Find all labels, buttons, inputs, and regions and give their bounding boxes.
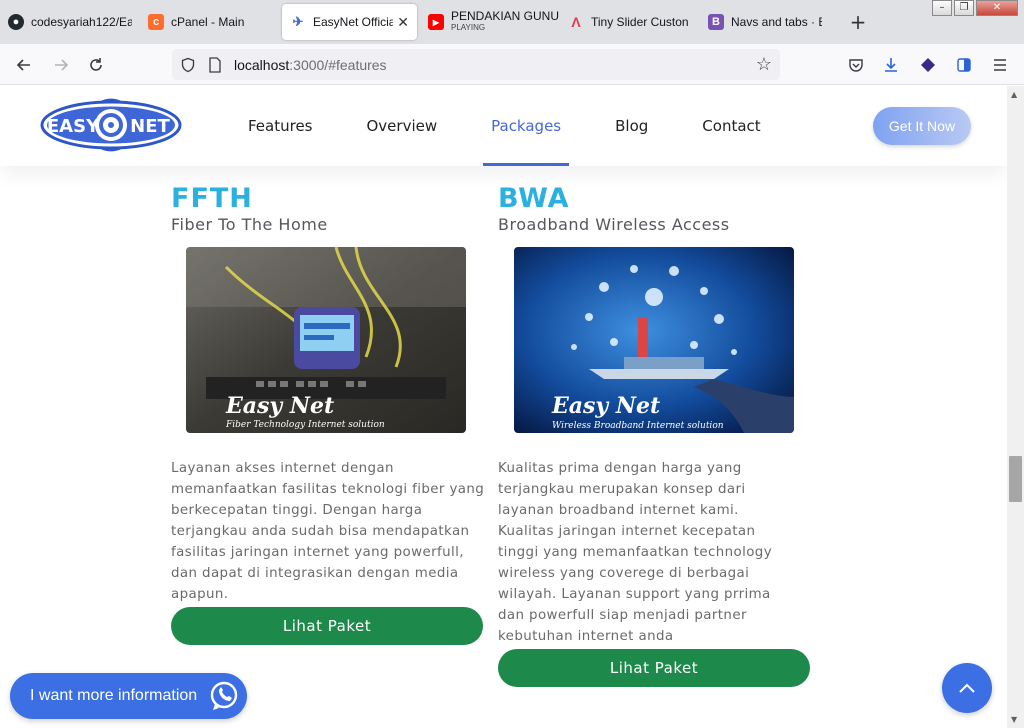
site-header: EASY NET Features Overview Packages Blog… (0, 86, 1007, 166)
nav-blog[interactable]: Blog (615, 86, 648, 166)
whatsapp-label: I want more information (30, 687, 198, 704)
whatsapp-chat-button[interactable]: I want more information (10, 673, 247, 719)
tab-title: PENDAKIAN GUNU (451, 10, 560, 22)
url-path: :3000/#features (289, 56, 387, 73)
package-card-bwa: BWA Broadband Wireless Access Easy Net W… (498, 183, 812, 687)
page-scrollbar[interactable]: ▲ ▼ (1007, 86, 1024, 728)
image-tagline-text: Wireless Broadband Internet solution (552, 421, 724, 431)
nav-features[interactable]: Features (248, 86, 313, 166)
menu-icon[interactable] (989, 54, 1011, 76)
nav-packages[interactable]: Packages (483, 86, 570, 166)
bookmark-star-icon[interactable]: ☆ (756, 55, 772, 73)
minimize-button[interactable]: – (932, 0, 952, 16)
tab-title: Navs and tabs · Bo (731, 15, 822, 29)
image-tagline-text: Fiber Technology Internet solution (225, 420, 385, 430)
get-it-now-button[interactable]: Get It Now (873, 107, 971, 145)
package-description: Kualitas prima dengan harga yang terjang… (498, 461, 773, 644)
shield-icon[interactable] (180, 57, 196, 73)
tab-bootstrap[interactable]: B Navs and tabs · Bo (700, 4, 830, 40)
logo-text-net: NET (130, 116, 170, 137)
logo-text-easy: EASY (47, 116, 100, 137)
back-to-top-button[interactable] (942, 663, 992, 713)
address-bar[interactable]: localhost:3000/#features ☆ (172, 49, 780, 80)
chevron-up-icon (958, 679, 976, 698)
tiny-slider-icon: Λ (571, 14, 581, 30)
package-title: BWA (498, 183, 570, 214)
forward-icon[interactable] (50, 54, 72, 76)
url-host: localhost (234, 56, 290, 73)
tab-title: cPanel - Main (171, 15, 245, 29)
url-text: localhost:3000/#features (234, 57, 387, 73)
maximize-button[interactable]: ❐ (954, 0, 974, 16)
tab-youtube[interactable]: ▶ PENDAKIAN GUNU PLAYING (420, 4, 560, 40)
pocket-icon[interactable] (845, 54, 867, 76)
nav-overview[interactable]: Overview (367, 86, 438, 166)
tab-tiny-slider[interactable]: Λ Tiny Slider Custon (560, 4, 700, 40)
package-subtitle: Broadband Wireless Access (498, 215, 730, 234)
image-brand-text: Easy Net (225, 393, 334, 419)
youtube-icon: ▶ (428, 14, 444, 30)
lihat-paket-button[interactable]: Lihat Paket (498, 649, 810, 687)
tab-github[interactable]: ● codesyariah122/Ea (0, 4, 140, 40)
scroll-down-arrow-icon[interactable]: ▼ (1011, 715, 1017, 724)
cpanel-icon: c (148, 14, 164, 30)
tab-title: Tiny Slider Custon (591, 15, 689, 29)
download-icon[interactable] (880, 54, 902, 76)
window-close-button[interactable]: ✕ (976, 0, 1018, 16)
tab-easynet[interactable]: ✈ EasyNet Official ✕ (282, 4, 417, 40)
lihat-paket-button[interactable]: Lihat Paket (171, 607, 483, 645)
package-image-fiber: Easy Net Fiber Technology Internet solut… (186, 247, 466, 433)
package-subtitle: Fiber To The Home (171, 215, 328, 234)
back-icon[interactable] (13, 54, 35, 76)
easynet-icon: ✈ (292, 14, 304, 29)
easynet-logo[interactable]: EASY NET (40, 98, 182, 152)
main-nav: Features Overview Packages Blog Contact (248, 86, 815, 166)
browser-tab-strip: ● codesyariah122/Ea c cPanel - Main ✈ Ea… (0, 0, 1024, 44)
scrollbar-thumb[interactable] (1009, 456, 1022, 502)
scroll-up-arrow-icon[interactable]: ▲ (1011, 90, 1017, 99)
tab-title: codesyariah122/Ea (31, 15, 132, 29)
sidebar-icon[interactable] (953, 54, 975, 76)
extension-icon[interactable] (917, 54, 939, 76)
image-brand-text: Easy Net (551, 393, 660, 419)
bootstrap-icon: B (708, 14, 724, 30)
page-icon (208, 56, 222, 73)
package-image-wireless: Easy Net Wireless Broadband Internet sol… (514, 247, 794, 433)
package-card-ffth: FFTH Fiber To The Home Easy Net Fiber Te… (171, 183, 485, 645)
browser-toolbar: localhost:3000/#features ☆ (0, 44, 1024, 85)
web-page: EASY NET Features Overview Packages Blog… (0, 86, 1007, 728)
tab-title: EasyNet Official (313, 15, 394, 29)
whatsapp-icon (207, 679, 241, 713)
tab-subtitle: PLAYING (451, 23, 486, 32)
github-icon: ● (8, 14, 24, 30)
package-title: FFTH (171, 183, 253, 214)
reload-icon[interactable] (85, 54, 107, 76)
new-tab-button[interactable]: + (848, 10, 868, 34)
package-description: Layanan akses internet dengan memanfaatk… (171, 461, 485, 602)
window-controls: – ❐ ✕ (930, 0, 1018, 16)
close-tab-icon[interactable]: ✕ (397, 14, 409, 31)
nav-contact[interactable]: Contact (702, 86, 760, 166)
tab-cpanel[interactable]: c cPanel - Main (140, 4, 280, 40)
